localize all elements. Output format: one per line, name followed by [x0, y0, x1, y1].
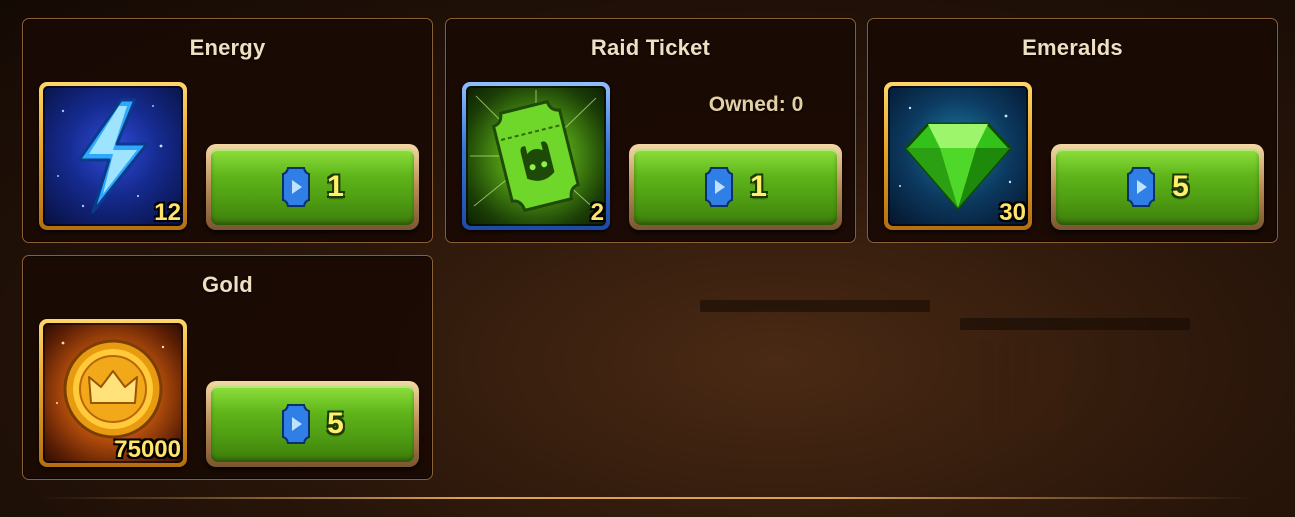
- offer-card-raid-ticket: Raid Ticket Owned: 0 2 1: [445, 18, 856, 243]
- reward-icon-frame: 2: [462, 82, 610, 230]
- reward-icon-frame: 75000: [39, 319, 187, 467]
- reward-icon-frame: 30: [884, 82, 1032, 230]
- offer-title: Gold: [202, 272, 253, 297]
- owned-count-label: Owned: 0: [708, 93, 804, 116]
- background-shelf: [700, 300, 930, 312]
- offer-card-energy: Energy 12 1: [22, 18, 433, 243]
- background-book: [998, 345, 1010, 430]
- reward-count: 12: [154, 199, 181, 226]
- background-book: [1034, 348, 1046, 430]
- buy-price: 5: [1172, 170, 1189, 203]
- offer-title: Energy: [189, 35, 266, 60]
- ad-ticket-icon: [1127, 167, 1156, 207]
- buy-price: 5: [327, 407, 344, 440]
- reward-icon-frame: 12: [39, 82, 187, 230]
- buy-button-raid-ticket[interactable]: 1: [629, 144, 842, 230]
- offer-title: Emeralds: [1022, 35, 1123, 60]
- buy-price: 1: [327, 170, 344, 203]
- background-book: [980, 340, 994, 430]
- reward-count: 30: [999, 199, 1026, 226]
- bottom-divider: [40, 497, 1255, 499]
- buy-button-energy[interactable]: 1: [206, 144, 419, 230]
- buy-button-emeralds[interactable]: 5: [1051, 144, 1264, 230]
- buy-price: 1: [750, 170, 767, 203]
- ad-ticket-icon: [705, 167, 734, 207]
- ad-ticket-icon: [282, 404, 311, 444]
- offer-card-emeralds: Emeralds 30 5: [867, 18, 1278, 243]
- background-book: [1050, 342, 1064, 430]
- reward-count: 2: [590, 199, 604, 226]
- offer-card-gold: Gold 75000 5: [22, 255, 433, 480]
- offer-title: Raid Ticket: [590, 35, 711, 60]
- ad-ticket-icon: [282, 167, 311, 207]
- buy-button-gold[interactable]: 5: [206, 381, 419, 467]
- reward-count: 75000: [114, 436, 181, 463]
- raid-ticket-icon: [466, 86, 606, 226]
- background-book: [1014, 338, 1030, 430]
- background-shelf: [960, 318, 1190, 330]
